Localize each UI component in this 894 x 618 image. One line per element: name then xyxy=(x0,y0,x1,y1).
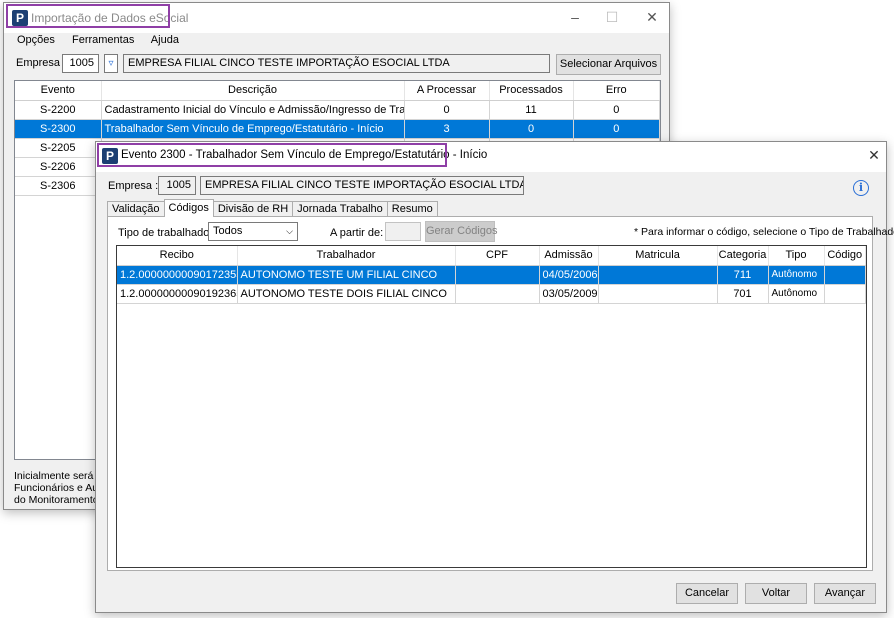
table-row[interactable]: 1.2.0000000009017235512 AUTONOMO TESTE U… xyxy=(117,265,866,285)
footer-line: do Monitoramento d xyxy=(14,494,108,506)
cell-matricula xyxy=(598,265,718,285)
cell-trabalhador: AUTONOMO TESTE DOIS FILIAL CINCO xyxy=(237,284,456,304)
select-files-button[interactable]: Selecionar Arquivos xyxy=(556,54,661,75)
menu-ajuda[interactable]: Ajuda xyxy=(151,34,179,46)
tipo-trabalhador-value: Todos xyxy=(213,225,243,237)
cell-processados: 0 xyxy=(489,119,574,139)
tab-resumo[interactable]: Resumo xyxy=(386,201,438,217)
tab-jornada-trabalho[interactable]: Jornada Trabalho xyxy=(292,201,388,217)
table-row[interactable]: 1.2.0000000009019236502 AUTONOMO TESTE D… xyxy=(117,284,866,304)
cell-evento: S-2206 xyxy=(15,157,102,177)
cell-tipo: Autônomo xyxy=(768,265,825,285)
footer-line: Inicialmente será po xyxy=(14,470,108,482)
table-row[interactable]: S-2200 Cadastramento Inicial do Vínculo … xyxy=(15,100,660,120)
col-erro[interactable]: Erro xyxy=(573,81,660,101)
cell-descricao: Cadastramento Inicial do Vínculo e Admis… xyxy=(101,100,405,120)
col-a-processar[interactable]: A Processar xyxy=(404,81,490,101)
events-header: Evento Descrição A Processar Processados… xyxy=(15,81,660,101)
chevron-down-icon: ⌵ xyxy=(286,226,293,236)
dialog-empresa-label: Empresa : xyxy=(108,180,159,192)
col-cpf[interactable]: CPF xyxy=(455,246,540,266)
close-icon[interactable]: ✕ xyxy=(866,148,882,162)
cell-categoria: 711 xyxy=(717,265,769,285)
gerar-codigos-button[interactable]: Gerar Códigos xyxy=(425,221,498,242)
dialog-title-highlight xyxy=(97,143,447,167)
codigos-header: Recibo Trabalhador CPF Admissão Matricul… xyxy=(117,246,866,266)
dialog-tabs: Validação Códigos Divisão de RH Jornada … xyxy=(107,199,438,217)
col-admissao[interactable]: Admissão xyxy=(539,246,599,266)
col-codigo[interactable]: Código xyxy=(824,246,866,266)
tab-validacao[interactable]: Validação xyxy=(107,201,165,217)
apartir-field xyxy=(385,222,421,241)
cell-tipo: Autônomo xyxy=(768,284,825,304)
cell-trabalhador: AUTONOMO TESTE UM FILIAL CINCO xyxy=(237,265,456,285)
empresa-name-field: EMPRESA FILIAL CINCO TESTE IMPORTAÇÃO ES… xyxy=(123,54,550,73)
col-processados[interactable]: Processados xyxy=(489,81,574,101)
cell-matricula xyxy=(598,284,718,304)
cell-codigo[interactable] xyxy=(824,265,866,285)
empresa-code-field[interactable]: 1005 xyxy=(62,54,99,73)
footer-line: Funcionários e Autô xyxy=(14,482,107,494)
col-trabalhador[interactable]: Trabalhador xyxy=(237,246,456,266)
col-tipo[interactable]: Tipo xyxy=(768,246,825,266)
cell-cpf xyxy=(455,284,540,304)
tab-divisao-rh[interactable]: Divisão de RH xyxy=(212,201,294,217)
cell-descricao: Trabalhador Sem Vínculo de Emprego/Estat… xyxy=(101,119,405,139)
filter-icon[interactable]: ▿ xyxy=(104,54,118,73)
cell-a-processar: 0 xyxy=(404,100,490,120)
maximize-icon[interactable]: ☐ xyxy=(604,10,620,24)
cell-admissao: 04/05/2006 xyxy=(539,265,599,285)
codigos-grid: Recibo Trabalhador CPF Admissão Matricul… xyxy=(116,245,867,568)
menu-bar: Opções Ferramentas Ajuda xyxy=(17,34,193,46)
cell-evento: S-2306 xyxy=(15,176,102,196)
cell-evento: S-2205 xyxy=(15,138,102,158)
hint-text: * Para informar o código, selecione o Ti… xyxy=(634,226,894,238)
cell-codigo[interactable] xyxy=(824,284,866,304)
cell-categoria: 701 xyxy=(717,284,769,304)
close-icon[interactable]: ✕ xyxy=(644,10,660,24)
next-button[interactable]: Avançar xyxy=(814,583,876,604)
menu-opcoes[interactable]: Opções xyxy=(17,34,55,46)
cell-erro: 0 xyxy=(573,100,660,120)
tab-codigos[interactable]: Códigos xyxy=(163,199,214,217)
cell-recibo: 1.2.0000000009017235512 xyxy=(117,265,238,285)
cancel-button[interactable]: Cancelar xyxy=(676,583,738,604)
apartir-label: A partir de: xyxy=(330,227,384,239)
cell-admissao: 03/05/2009 xyxy=(539,284,599,304)
col-descricao[interactable]: Descrição xyxy=(101,81,405,101)
cell-evento: S-2200 xyxy=(15,100,102,120)
dialog-empresa-name: EMPRESA FILIAL CINCO TESTE IMPORTAÇÃO ES… xyxy=(200,176,524,195)
info-icon[interactable]: i xyxy=(853,180,869,196)
tipo-trabalhador-label: Tipo de trabalhador: xyxy=(118,227,217,239)
cell-erro: 0 xyxy=(573,119,660,139)
cell-recibo: 1.2.0000000009019236502 xyxy=(117,284,238,304)
empresa-label: Empresa : xyxy=(16,57,67,69)
info-footer: Inicialmente será po Funcionários e Autô… xyxy=(14,470,108,506)
col-evento[interactable]: Evento xyxy=(15,81,102,101)
col-categoria[interactable]: Categoria xyxy=(717,246,769,266)
cell-a-processar: 3 xyxy=(404,119,490,139)
minimize-icon[interactable]: – xyxy=(567,10,583,24)
back-button[interactable]: Voltar xyxy=(745,583,807,604)
menu-ferramentas[interactable]: Ferramentas xyxy=(72,34,134,46)
cell-processados: 11 xyxy=(489,100,574,120)
main-title-highlight xyxy=(6,4,170,28)
tipo-trabalhador-select[interactable]: Todos ⌵ xyxy=(208,222,298,241)
dialog-empresa-code: 1005 xyxy=(158,176,196,195)
cell-evento: S-2300 xyxy=(15,119,102,139)
table-row[interactable]: S-2300 Trabalhador Sem Vínculo de Empreg… xyxy=(15,119,660,139)
col-matricula[interactable]: Matricula xyxy=(598,246,718,266)
cell-cpf xyxy=(455,265,540,285)
col-recibo[interactable]: Recibo xyxy=(117,246,238,266)
